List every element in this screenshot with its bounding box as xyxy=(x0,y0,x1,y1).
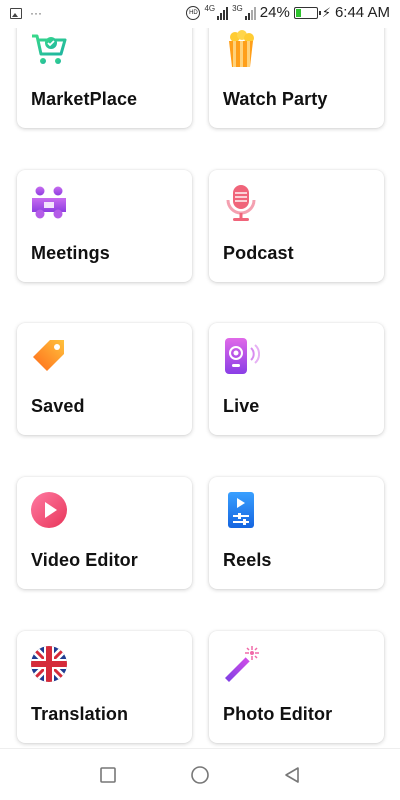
card-reels[interactable]: Reels xyxy=(209,477,384,589)
recent-apps-icon[interactable] xyxy=(98,765,118,785)
battery-percent: 24% xyxy=(259,4,290,21)
signal-icon xyxy=(244,6,256,20)
card-label: Video Editor xyxy=(31,550,138,570)
play-circle-icon xyxy=(30,491,68,529)
card-watch-party[interactable]: Watch Party xyxy=(209,16,384,128)
card-meetings[interactable]: Meetings xyxy=(17,170,192,282)
card-translation[interactable]: Translation xyxy=(17,631,192,743)
tag-icon xyxy=(30,337,68,375)
reels-icon xyxy=(222,491,260,529)
meeting-people-icon xyxy=(30,184,68,222)
card-label: MarketPlace xyxy=(31,89,138,109)
card-live[interactable]: Live xyxy=(209,323,384,435)
popcorn-icon xyxy=(222,30,260,68)
uk-flag-icon xyxy=(30,645,68,683)
home-icon[interactable] xyxy=(190,765,210,785)
card-label: Meetings xyxy=(31,243,110,263)
battery-fill xyxy=(295,8,301,17)
battery-icon xyxy=(293,6,321,19)
shopping-cart-icon xyxy=(30,30,68,68)
card-photo-editor[interactable]: Photo Editor xyxy=(209,631,384,743)
charging-bolt-icon: ⚡ xyxy=(321,4,331,20)
magic-wand-icon xyxy=(222,645,260,683)
back-icon[interactable] xyxy=(282,765,302,785)
card-saved[interactable]: Saved xyxy=(17,323,192,435)
microphone-icon xyxy=(222,184,260,222)
card-label: Reels xyxy=(223,550,272,570)
card-label: Translation xyxy=(31,704,129,724)
clock: 6:44 AM xyxy=(334,4,390,21)
card-video-editor[interactable]: Video Editor xyxy=(17,477,192,589)
status-bar: ··· HD 4G 3G 24% ⚡ 6:44 AM xyxy=(0,0,400,28)
hd-icon: HD xyxy=(186,5,201,20)
image-icon xyxy=(10,7,22,19)
card-label: Live xyxy=(223,396,260,416)
menu-grid: MarketPlace Watch Party Meetings Podcast… xyxy=(0,0,400,748)
more-dots-icon: ··· xyxy=(30,6,42,20)
signal-icon xyxy=(217,6,229,20)
card-label: Podcast xyxy=(223,243,294,263)
system-navigation-bar xyxy=(0,748,400,800)
sim2-network-type: 3G xyxy=(232,4,243,13)
card-label: Watch Party xyxy=(223,89,328,109)
sim1-network-type: 4G xyxy=(204,4,216,13)
card-label: Saved xyxy=(31,396,85,416)
live-phone-icon xyxy=(222,337,261,375)
card-label: Photo Editor xyxy=(223,704,333,724)
card-marketplace[interactable]: MarketPlace xyxy=(17,16,192,128)
card-podcast[interactable]: Podcast xyxy=(209,170,384,282)
